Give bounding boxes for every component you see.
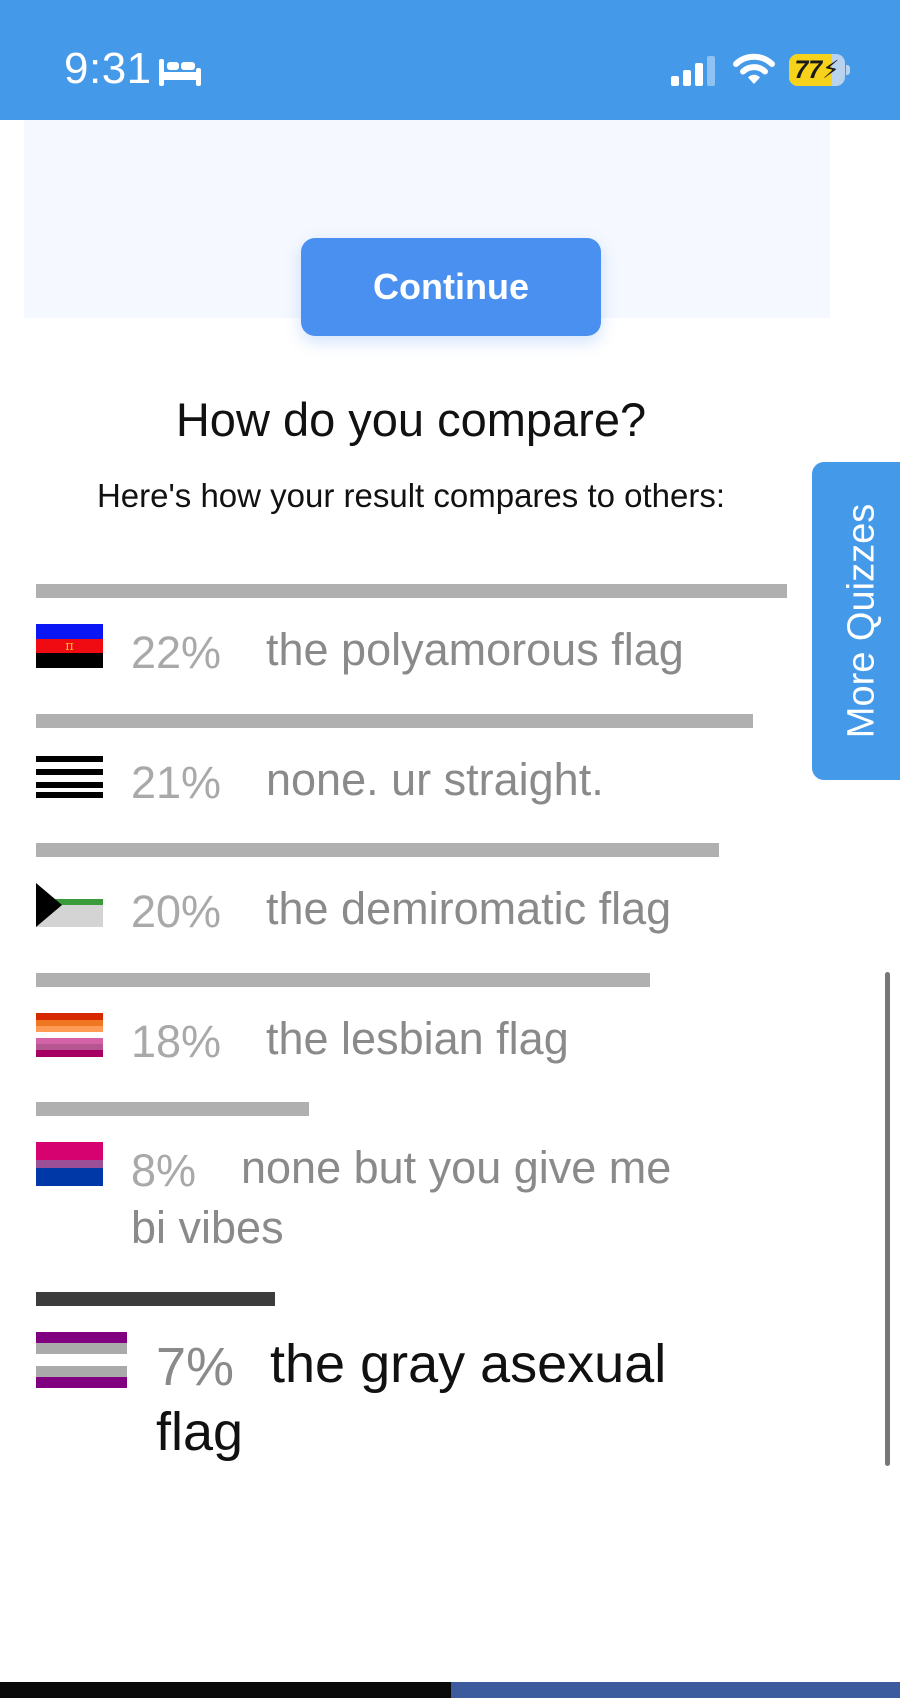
result-bar — [36, 584, 787, 598]
result-bar — [36, 1102, 309, 1116]
result-percent: 7% — [156, 1337, 235, 1397]
straight-flag-icon — [36, 756, 103, 798]
bottom-edge-bar-accent — [451, 1682, 900, 1698]
result-bar — [36, 1292, 275, 1306]
cellular-signal-icon — [671, 56, 715, 86]
demiromantic-flag-icon — [36, 883, 103, 927]
result-label: the demiromatic flag — [266, 883, 672, 934]
bisexual-flag-icon — [36, 1142, 103, 1186]
gray-asexual-flag-icon — [36, 1332, 127, 1388]
result-bar — [36, 843, 719, 857]
result-label: the lesbian flag — [266, 1013, 569, 1064]
result-bar — [36, 973, 650, 987]
result-label: the gray asexual flag — [156, 1334, 667, 1462]
result-percent: 21% — [131, 757, 222, 808]
bottom-edge-bar — [0, 1682, 451, 1698]
result-percent: 22% — [131, 627, 222, 678]
continue-button[interactable]: Continue — [301, 238, 601, 336]
compare-subtitle: Here's how your result compares to other… — [96, 477, 726, 514]
result-percent: 18% — [131, 1016, 222, 1067]
scrollbar[interactable] — [885, 972, 890, 1466]
status-bar: 9:31 77⚡ — [0, 0, 900, 120]
polyamorous-flag-icon: π — [36, 624, 103, 668]
result-label: none. ur straight. — [266, 754, 604, 805]
quiz-result-card: Continue — [24, 120, 830, 336]
status-time: 9:31 — [64, 44, 152, 93]
battery-charging-icon: 77⚡ — [789, 54, 851, 86]
result-label: the polyamorous flag — [266, 624, 684, 675]
result-bar — [36, 714, 753, 728]
wifi-icon — [733, 53, 775, 84]
result-label: none but you give me bi vibes — [131, 1142, 672, 1253]
result-percent: 20% — [131, 886, 222, 937]
battery-level: 77⚡ — [794, 56, 840, 84]
compare-title: How do you compare? — [175, 393, 647, 446]
more-quizzes-label: More Quizzes — [840, 503, 883, 739]
more-quizzes-tab[interactable]: More Quizzes — [812, 462, 900, 780]
bed-icon — [159, 59, 201, 86]
lesbian-flag-icon — [36, 1013, 103, 1057]
svg-text:π: π — [65, 639, 74, 654]
